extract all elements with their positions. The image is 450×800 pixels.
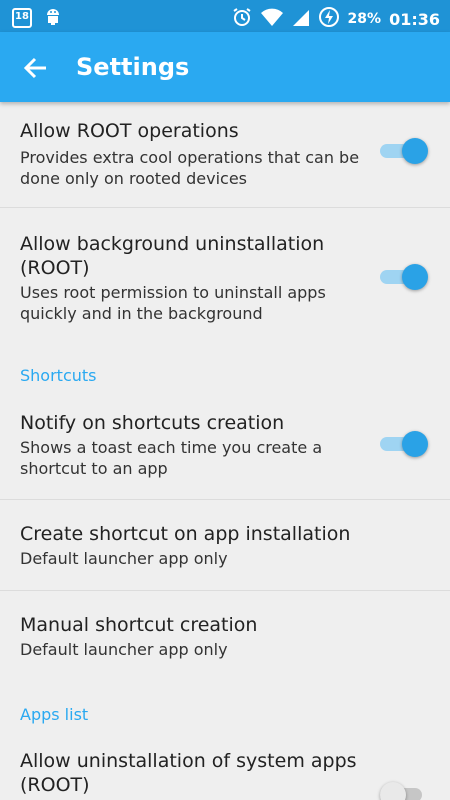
arrow-left-icon[interactable]	[22, 54, 50, 82]
switch-knob	[380, 782, 406, 800]
setting-title-line: (ROOT)	[20, 257, 90, 279]
setting-shortcut-on-install[interactable]: Create shortcut on app installation Defa…	[0, 500, 450, 590]
setting-notify-shortcuts[interactable]: Notify on shortcuts creation Shows a toa…	[0, 392, 450, 499]
notify-shortcuts-switch[interactable]	[380, 429, 428, 459]
setting-title: Manual shortcut creation	[20, 614, 258, 636]
signal-icon	[292, 7, 310, 31]
uninstall-system-apps-switch[interactable]	[380, 780, 428, 800]
battery-charging-icon	[318, 6, 340, 32]
switch-knob	[402, 138, 428, 164]
section-header-apps-list: Apps list	[20, 705, 89, 724]
status-bar: 18 28% 01:36	[0, 0, 450, 32]
setting-summary-line: shortcut to an app	[20, 459, 168, 478]
alarm-icon	[232, 7, 252, 31]
setting-title-line: Allow uninstallation of system apps	[20, 750, 357, 772]
setting-summary-line: quickly and in the background	[20, 304, 263, 323]
setting-summary: Default launcher app only	[20, 549, 228, 568]
settings-list: Allow ROOT operations Provides extra coo…	[0, 102, 450, 800]
battery-percent: 28%	[347, 11, 382, 27]
calendar-date: 18	[15, 11, 29, 22]
setting-title-line: (ROOT)	[20, 774, 90, 796]
setting-summary: Default launcher app only	[20, 640, 228, 659]
allow-root-switch[interactable]	[380, 136, 428, 166]
wifi-icon	[260, 7, 284, 31]
app-bar: Settings	[0, 32, 450, 102]
setting-background-uninstall[interactable]: Allow background uninstallation (ROOT) U…	[0, 208, 450, 348]
setting-summary-line: Provides extra cool operations that can …	[20, 148, 360, 167]
setting-title: Create shortcut on app installation	[20, 523, 351, 545]
setting-summary-line: Shows a toast each time you create a	[20, 438, 323, 457]
switch-knob	[402, 431, 428, 457]
clock: 01:36	[389, 9, 440, 29]
page-title: Settings	[76, 53, 190, 81]
setting-allow-root[interactable]: Allow ROOT operations Provides extra coo…	[0, 102, 450, 207]
setting-uninstall-system-apps[interactable]: Allow uninstallation of system apps (ROO…	[0, 734, 450, 800]
android-icon	[44, 6, 62, 30]
switch-knob	[402, 264, 428, 290]
section-header-shortcuts: Shortcuts	[20, 366, 97, 385]
setting-title: Allow ROOT operations	[20, 120, 239, 142]
setting-title-line: Allow background uninstallation	[20, 233, 325, 255]
setting-summary-line: Uses root permission to uninstall apps	[20, 283, 326, 302]
setting-summary-line: done only on rooted devices	[20, 169, 248, 188]
setting-manual-shortcut[interactable]: Manual shortcut creation Default launche…	[0, 591, 450, 681]
setting-title: Notify on shortcuts creation	[20, 412, 285, 434]
calendar-icon: 18	[12, 8, 32, 28]
background-uninstall-switch[interactable]	[380, 262, 428, 292]
